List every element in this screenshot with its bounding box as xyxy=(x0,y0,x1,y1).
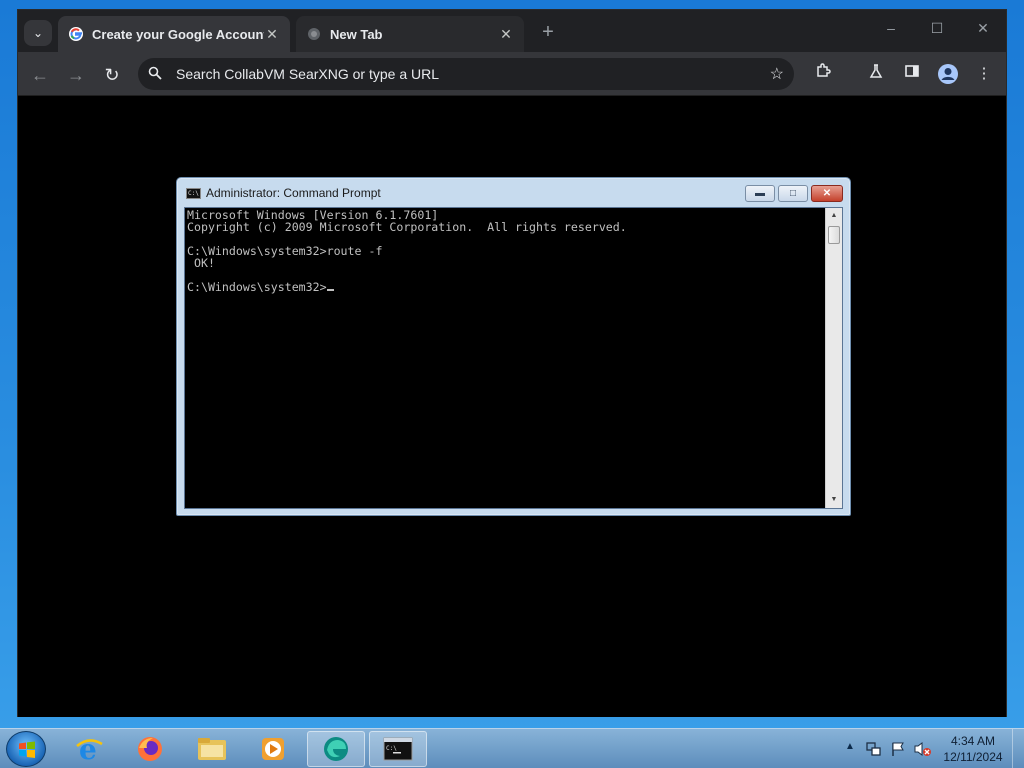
taskbar-media-player[interactable] xyxy=(244,731,302,767)
internet-explorer-icon: e xyxy=(76,734,103,764)
volume-muted-icon xyxy=(914,742,931,756)
cmd-line: Copyright (c) 2009 Microsoft Corporation… xyxy=(187,220,627,234)
new-tab-button[interactable]: + xyxy=(538,21,558,44)
labs-flask-icon[interactable] xyxy=(865,63,887,85)
google-g-icon xyxy=(68,26,84,42)
menu-kebab-icon[interactable]: ⋮ xyxy=(973,63,995,85)
cmd-titlebar[interactable]: C:\ Administrator: Command Prompt ▬ □ ✕ xyxy=(177,178,850,206)
cmd-icon: C:\ xyxy=(186,188,201,199)
minimize-window-button[interactable]: – xyxy=(876,20,906,36)
show-desktop-button[interactable] xyxy=(1012,729,1024,768)
command-prompt-window: C:\ Administrator: Command Prompt ▬ □ ✕ … xyxy=(176,177,851,516)
taskbar-firefox[interactable] xyxy=(121,731,179,767)
cmd-maximize-button[interactable]: □ xyxy=(778,185,808,202)
tab-new-tab[interactable]: New Tab ✕ xyxy=(296,16,524,52)
start-button[interactable] xyxy=(6,731,46,767)
cmd-prompt-line: C:\Windows\system32> xyxy=(187,281,823,293)
taskbar-file-explorer[interactable] xyxy=(183,731,241,767)
windows-logo-icon xyxy=(19,741,35,758)
close-window-button[interactable]: ✕ xyxy=(968,20,998,37)
reload-icon: ↻ xyxy=(104,65,120,85)
address-bar-placeholder: Search CollabVM SearXNG or type a URL xyxy=(176,66,439,82)
scroll-down-icon[interactable]: ▼ xyxy=(826,492,842,508)
reload-button[interactable]: ↻ xyxy=(101,64,123,86)
tab-create-google-account[interactable]: Create your Google Account ✕ xyxy=(58,16,290,52)
taskbar-command-prompt[interactable]: C:\ xyxy=(369,731,427,767)
bookmark-star-icon[interactable]: ☆ xyxy=(770,64,784,84)
extensions-icon[interactable] xyxy=(812,63,834,85)
tab-strip: ⌄ Create your Google Account ✕ New Tab ✕… xyxy=(18,10,1006,52)
svg-text:e: e xyxy=(79,734,97,764)
cmd-output: Microsoft Windows [Version 6.1.7601] Copy… xyxy=(187,209,823,507)
close-tab-icon[interactable]: ✕ xyxy=(264,26,280,43)
arrow-left-icon: ← xyxy=(31,65,49,85)
taskbar-edge[interactable] xyxy=(307,731,365,767)
network-icon xyxy=(866,742,881,756)
taskbar: e C:\ ▲ 4:34 AM 12/11/2024 xyxy=(0,728,1024,768)
clock-date: 12/11/2024 xyxy=(943,750,1003,764)
tab-search-button[interactable]: ⌄ xyxy=(24,20,52,46)
svg-text:C:\: C:\ xyxy=(386,745,397,752)
back-button[interactable]: ← xyxy=(29,64,51,86)
clock-time: 4:34 AM xyxy=(950,734,996,748)
taskbar-internet-explorer[interactable]: e xyxy=(60,731,118,767)
flag-icon xyxy=(892,742,904,756)
chevron-down-icon: ⌄ xyxy=(32,26,44,40)
cmd-icon: C:\ xyxy=(383,737,413,761)
text-cursor xyxy=(326,289,334,291)
media-player-icon xyxy=(262,738,284,760)
cmd-line: C:\Windows\system32>route -f xyxy=(187,244,383,258)
profile-avatar-icon[interactable] xyxy=(937,63,959,85)
taskbar-clock[interactable]: 4:34 AM 12/11/2024 xyxy=(940,733,1006,765)
tab-title: New Tab xyxy=(330,26,383,42)
address-bar[interactable]: Search CollabVM SearXNG or type a URL ☆ xyxy=(138,58,794,90)
firefox-icon xyxy=(138,737,162,761)
cmd-close-button[interactable]: ✕ xyxy=(811,185,843,202)
forward-button[interactable]: → xyxy=(65,64,87,86)
cmd-console[interactable]: Microsoft Windows [Version 6.1.7601] Copy… xyxy=(184,207,843,509)
file-explorer-icon xyxy=(198,738,226,760)
maximize-window-button[interactable]: ☐ xyxy=(922,20,952,37)
browser-toolbar: ← → ↻ Search CollabVM SearXNG or type a … xyxy=(18,52,1006,96)
tab-title: Create your Google Account xyxy=(92,26,264,42)
cmd-prompt: C:\Windows\system32> xyxy=(187,280,327,294)
scroll-up-icon[interactable]: ▲ xyxy=(826,208,842,224)
side-panel-icon[interactable] xyxy=(901,63,923,85)
chevron-up-icon: ▲ xyxy=(845,741,855,752)
arrow-right-icon: → xyxy=(67,65,85,85)
close-tab-icon[interactable]: ✕ xyxy=(498,26,514,43)
scroll-thumb[interactable] xyxy=(828,226,840,244)
cmd-scrollbar[interactable]: ▲ ▼ xyxy=(825,208,842,508)
cmd-line: OK! xyxy=(187,256,215,270)
search-icon xyxy=(148,66,172,83)
cmd-minimize-button[interactable]: ▬ xyxy=(745,185,775,202)
edge-icon xyxy=(324,737,348,761)
globe-icon xyxy=(306,26,322,42)
cmd-title: Administrator: Command Prompt xyxy=(206,186,381,200)
